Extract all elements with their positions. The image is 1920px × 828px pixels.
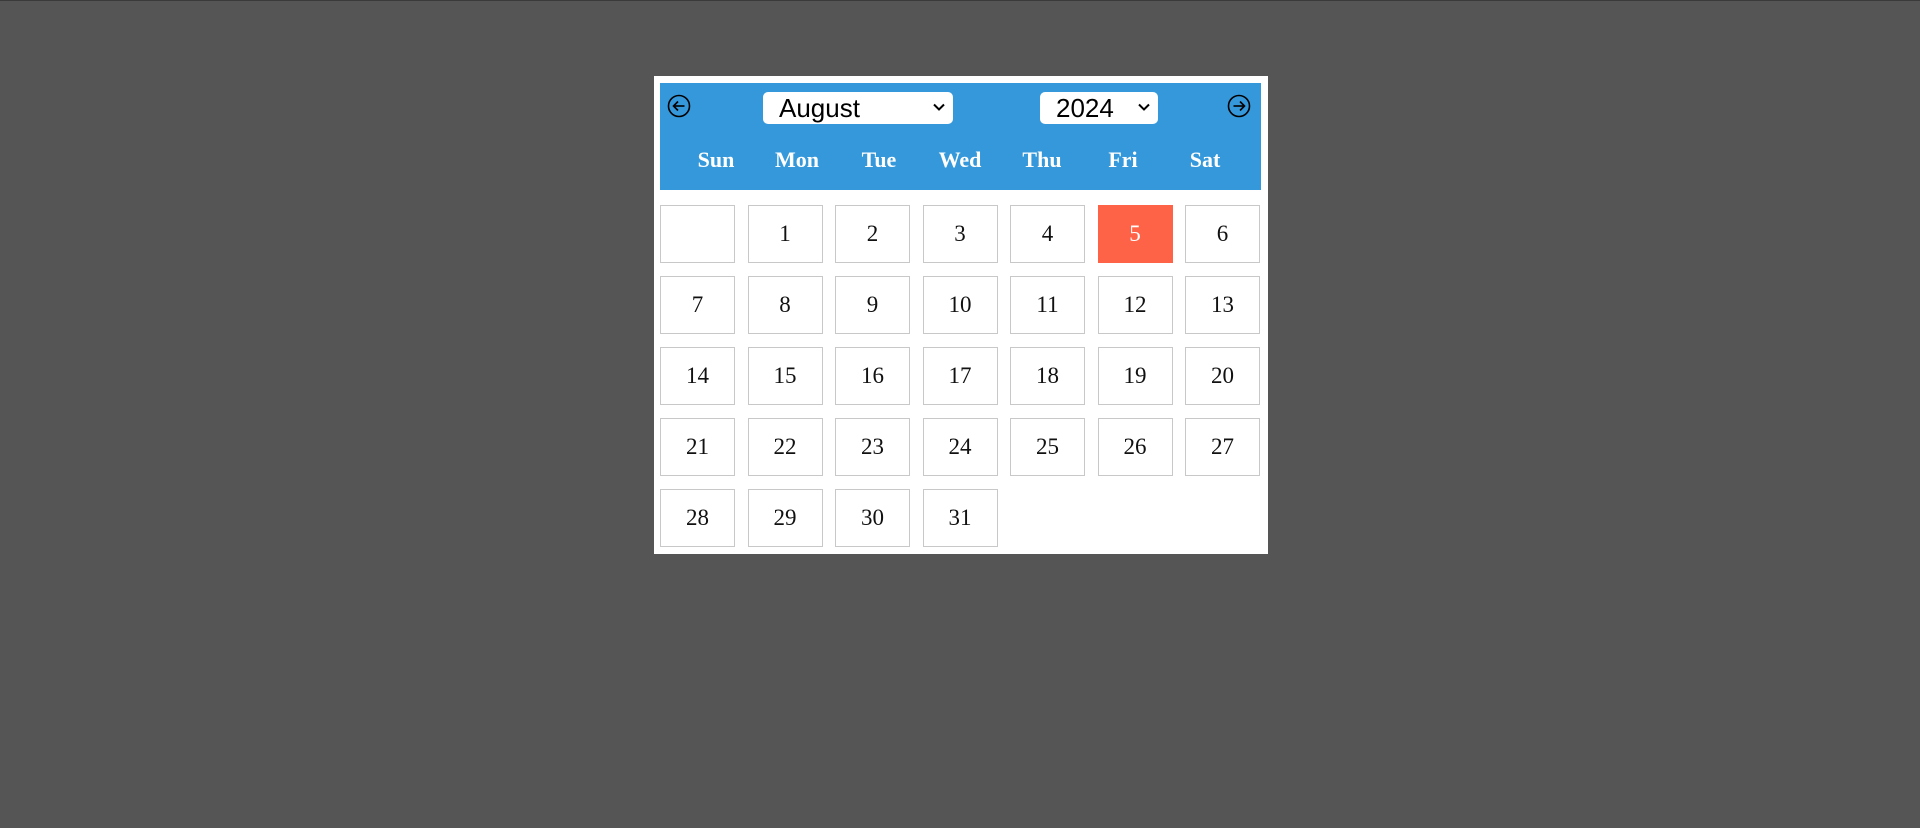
- day-cell[interactable]: 15: [747, 347, 823, 405]
- day-cell[interactable]: 17: [922, 347, 998, 405]
- weekday-sat: Sat: [1189, 147, 1221, 172]
- day-cell-selected[interactable]: 5: [1097, 205, 1173, 263]
- day-cell[interactable]: 11: [1010, 276, 1085, 334]
- weekday-mon: Mon: [775, 147, 819, 172]
- day-cell[interactable]: 24: [922, 418, 998, 476]
- day-cell[interactable]: 27: [1185, 418, 1260, 476]
- day-cell[interactable]: 16: [835, 347, 910, 405]
- day-cell[interactable]: 19: [1097, 347, 1173, 405]
- top-border: [0, 0, 1920, 1]
- day-cell[interactable]: 14: [660, 347, 735, 405]
- circle-arrow-left-icon: [667, 94, 691, 118]
- day-cell[interactable]: 20: [1185, 347, 1260, 405]
- day-cell[interactable]: 10: [922, 276, 998, 334]
- weekday-sun: Sun: [697, 147, 735, 172]
- day-cell[interactable]: 12: [1097, 276, 1173, 334]
- day-cell[interactable]: 22: [747, 418, 823, 476]
- chevron-down-icon: [1138, 103, 1150, 111]
- day-cell[interactable]: 26: [1097, 418, 1173, 476]
- year-select-value: 2024: [1056, 93, 1114, 123]
- month-select-value: August: [779, 93, 860, 123]
- day-cell[interactable]: 2: [835, 205, 910, 263]
- day-cell[interactable]: 25: [1010, 418, 1085, 476]
- chevron-down-icon: [933, 103, 945, 111]
- month-select[interactable]: August: [763, 92, 953, 124]
- prev-month-button[interactable]: [667, 94, 691, 118]
- day-cell[interactable]: 21: [660, 418, 735, 476]
- day-cell[interactable]: 7: [660, 276, 735, 334]
- day-cell[interactable]: 8: [747, 276, 823, 334]
- day-cell[interactable]: 30: [835, 489, 910, 547]
- calendar-widget: August 2024 Sun Mon Tue Wed Thu Fri Sat …: [654, 76, 1268, 554]
- weekday-tue: Tue: [861, 147, 897, 172]
- day-cell[interactable]: 13: [1185, 276, 1260, 334]
- circle-arrow-right-icon: [1227, 94, 1251, 118]
- calendar-header: August 2024 Sun Mon Tue Wed Thu Fri Sat: [660, 83, 1261, 190]
- year-select[interactable]: 2024: [1040, 92, 1158, 124]
- day-cell[interactable]: 4: [1010, 205, 1085, 263]
- day-cell[interactable]: 6: [1185, 205, 1260, 263]
- day-cell[interactable]: 3: [922, 205, 998, 263]
- day-cell[interactable]: 28: [660, 489, 735, 547]
- weekday-wed: Wed: [938, 147, 982, 172]
- weekday-thu: Thu: [1022, 147, 1062, 172]
- empty-day-cell: [660, 205, 735, 263]
- day-cell[interactable]: 18: [1010, 347, 1085, 405]
- day-cell[interactable]: 29: [747, 489, 823, 547]
- day-cell[interactable]: 1: [747, 205, 823, 263]
- day-cell[interactable]: 23: [835, 418, 910, 476]
- next-month-button[interactable]: [1227, 94, 1251, 118]
- weekday-fri: Fri: [1108, 147, 1138, 172]
- day-cell[interactable]: 31: [922, 489, 998, 547]
- weekday-row: Sun Mon Tue Wed Thu Fri Sat: [660, 145, 1261, 175]
- day-cell[interactable]: 9: [835, 276, 910, 334]
